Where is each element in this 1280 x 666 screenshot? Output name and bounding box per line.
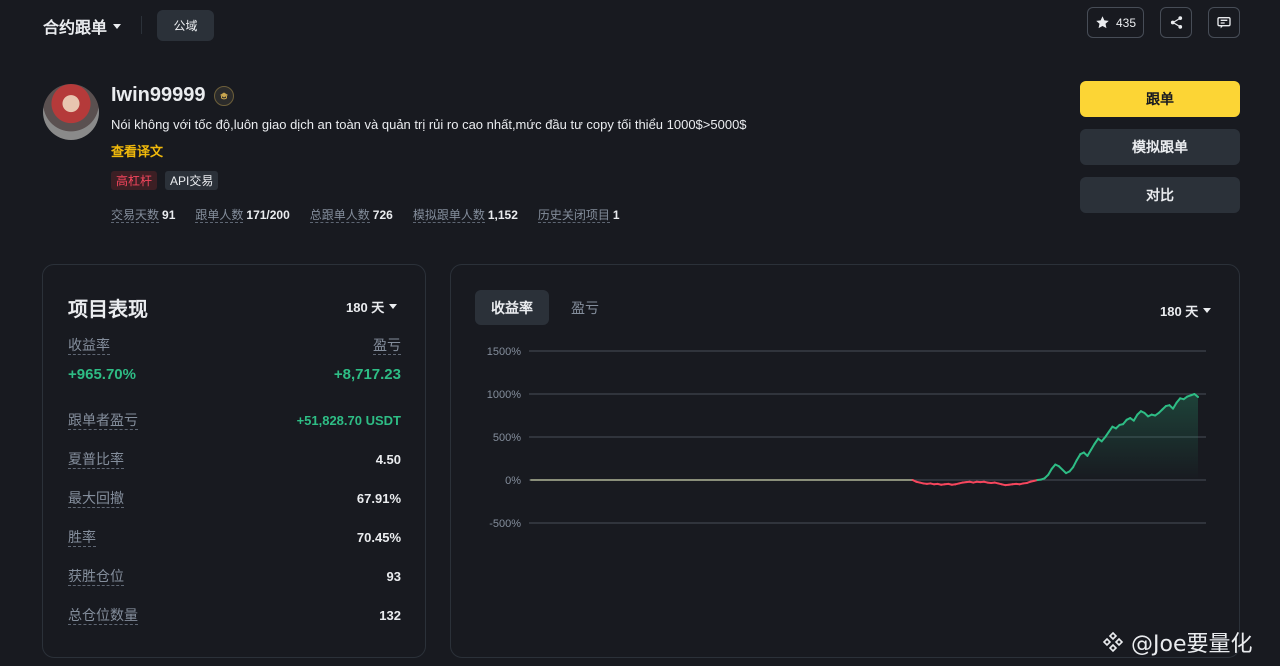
stat-trading-days: 交易天数 91	[111, 208, 176, 223]
tag-api-trading: API交易	[165, 171, 219, 190]
stat-copiers: 跟单人数 171/200	[195, 208, 290, 223]
stat-total-copiers: 总跟单人数 726	[309, 208, 393, 223]
stat-closed-projects: 历史关闭项目 1	[537, 208, 620, 223]
copier-pnl-label: 跟单者盈亏	[68, 412, 138, 430]
profile-stats: 交易天数 91 跟单人数 171/200 总跟单人数 726 模拟跟单人数 1,152 …	[111, 206, 620, 223]
top-bar: 合约跟单 公域 435	[0, 0, 1280, 50]
total-positions-label: 总仓位数量	[68, 607, 138, 625]
watermark: @Joe要量化	[1101, 626, 1252, 658]
roi-label: 收益率	[68, 337, 110, 355]
caret-down-icon	[113, 23, 122, 29]
favorite-button[interactable]: 435	[1087, 7, 1144, 38]
caret-down-icon	[389, 304, 398, 309]
y-tick-label: 1500%	[487, 346, 521, 358]
total-positions-value: 132	[379, 608, 401, 623]
stat-mock-copiers: 模拟跟单人数 1,152	[412, 208, 518, 223]
copier-pnl-value: +51,828.70 USDT	[296, 413, 401, 428]
bio-text: Nói không với tốc độ,luôn giao dịch an t…	[111, 117, 747, 132]
chat-icon	[1217, 16, 1231, 28]
y-tick-label: 1000%	[487, 389, 521, 401]
message-button[interactable]	[1208, 7, 1240, 38]
avatar	[43, 84, 99, 140]
pnl-value: +8,717.23	[333, 366, 401, 383]
roi-chart: 1500% 1000% 500% 0% -500%	[487, 346, 1206, 530]
performance-title: 项目表现	[68, 299, 148, 321]
divider	[141, 16, 142, 34]
sharpe-ratio-value: 4.50	[375, 452, 401, 467]
performance-range-select[interactable]: 180 天	[346, 297, 398, 316]
y-tick-label: 500%	[493, 432, 521, 444]
share-button[interactable]	[1160, 7, 1192, 38]
view-translation-link[interactable]: 查看译文	[111, 141, 163, 160]
lead-trader-badge-icon	[213, 85, 234, 106]
nav-title-label: 合约跟单	[43, 20, 108, 37]
sharpe-ratio-label: 夏普比率	[68, 451, 124, 469]
username-row: Iwin99999	[111, 84, 234, 107]
max-drawdown-label: 最大回撤	[68, 490, 124, 508]
tag-high-leverage: 高杠杆	[111, 171, 158, 190]
watermark-text: @Joe要量化	[1131, 632, 1253, 657]
binance-logo-icon	[1102, 631, 1124, 653]
nav-title-dropdown[interactable]: 合约跟单	[43, 14, 122, 38]
performance-card: 项目表现 180 天 收益率 盈亏 +965.70% +8,717.23 跟单者…	[42, 264, 426, 658]
favorites-count: 435	[1115, 15, 1137, 30]
winning-positions-value: 93	[386, 569, 401, 584]
roi-value: +965.70%	[68, 366, 136, 383]
win-rate-value: 70.45%	[356, 530, 401, 545]
win-rate-label: 胜率	[68, 529, 96, 547]
share-icon	[1170, 16, 1182, 29]
y-tick-label: -500%	[489, 518, 521, 530]
compare-button[interactable]: 对比	[1080, 177, 1240, 213]
copy-trade-button[interactable]: 跟单	[1080, 81, 1240, 117]
public-domain-button[interactable]: 公域	[157, 10, 214, 41]
pnl-label: 盈亏	[373, 337, 401, 355]
star-icon	[1096, 16, 1109, 29]
mock-copy-button[interactable]: 模拟跟单	[1080, 129, 1240, 165]
username: Iwin99999	[111, 84, 206, 106]
y-tick-label: 0%	[505, 475, 521, 487]
winning-positions-label: 获胜仓位	[68, 568, 124, 586]
max-drawdown-value: 67.91%	[356, 491, 401, 506]
chart-card: 收益率 盈亏 180 天 1500% 1000% 500% 0% -500%	[450, 264, 1240, 658]
range-label: 180 天	[346, 300, 385, 315]
